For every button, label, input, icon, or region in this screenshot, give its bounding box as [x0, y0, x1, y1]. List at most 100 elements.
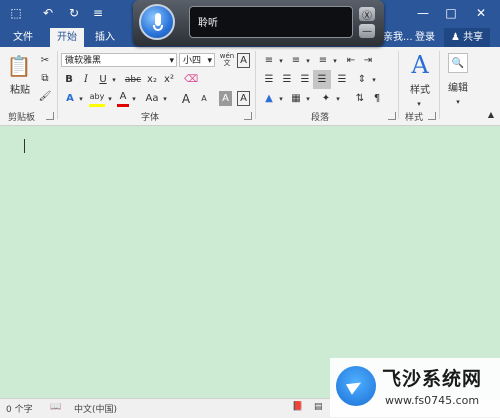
paste-icon[interactable]: 📋: [7, 53, 32, 79]
styles-group-label: 样式: [405, 113, 424, 123]
clipboard-dialog-launcher-icon[interactable]: [46, 112, 54, 120]
chevron-down-icon[interactable]: ▾: [110, 72, 118, 87]
minimize-icon[interactable]: —: [359, 24, 375, 38]
chevron-down-icon[interactable]: ▾: [334, 91, 342, 106]
close-icon[interactable]: Ⓧ: [359, 7, 375, 22]
styles-dialog-launcher-icon[interactable]: [428, 112, 436, 120]
tab-insert[interactable]: 插入: [88, 28, 122, 47]
align-right-icon[interactable]: ☰: [297, 72, 313, 87]
speech-status-text: 聆听: [198, 18, 218, 29]
line-spacing-icon[interactable]: ⇕: [354, 72, 370, 87]
word-count[interactable]: 0 个字: [6, 402, 33, 415]
share-label: 共享: [463, 32, 484, 43]
numbering-icon[interactable]: ≡: [288, 53, 304, 68]
paragraph-group-label: 段落: [311, 113, 330, 123]
strikethrough-button[interactable]: abc: [124, 72, 142, 87]
watermark: 飞沙系统网 www.fs0745.com: [330, 358, 500, 417]
styles-gallery-icon[interactable]: A: [406, 51, 434, 79]
paste-label[interactable]: 粘贴: [6, 81, 34, 96]
styles-label[interactable]: 样式: [406, 81, 434, 96]
cut-icon[interactable]: ✂: [38, 53, 52, 68]
shading-icon[interactable]: ▲: [261, 91, 277, 106]
phonetic-guide-icon[interactable]: wén 文: [219, 52, 235, 67]
show-formatting-marks-icon[interactable]: ¶: [371, 91, 383, 106]
speech-status-display: 聆听: [189, 6, 353, 38]
font-name-value: 微软雅黑: [65, 56, 102, 66]
microphone-stand-icon: [153, 25, 163, 31]
chevron-down-icon[interactable]: ▾: [277, 91, 285, 106]
redo-icon[interactable]: ↻: [64, 3, 84, 23]
format-painter-icon[interactable]: 🖌: [38, 89, 52, 104]
person-icon: ♟: [451, 32, 460, 43]
collapse-ribbon-icon[interactable]: ▲: [486, 107, 496, 122]
text-effects-icon[interactable]: A: [63, 91, 77, 106]
close-button[interactable]: ✕: [470, 3, 492, 23]
clear-formatting-icon[interactable]: ⌫: [184, 72, 198, 87]
change-case-button[interactable]: Aa: [143, 91, 161, 106]
minimize-button[interactable]: —: [412, 3, 434, 23]
chevron-down-icon: ▾: [169, 56, 174, 66]
undo-icon[interactable]: ↶: [36, 3, 60, 23]
grow-font-button[interactable]: A: [179, 91, 193, 106]
font-name-field[interactable]: 微软雅黑 ▾: [61, 53, 177, 67]
print-layout-icon[interactable]: ▤: [314, 402, 323, 412]
enclose-characters-icon[interactable]: A: [237, 53, 250, 68]
font-group-label: 字体: [141, 113, 160, 123]
maximize-button[interactable]: □: [440, 3, 462, 23]
font-size-field[interactable]: 小四 ▾: [179, 53, 215, 67]
tab-file[interactable]: 文件: [6, 28, 40, 47]
character-shading-button[interactable]: A: [219, 91, 232, 106]
justify-icon[interactable]: ☰: [313, 70, 331, 89]
customize-quick-access-icon[interactable]: ≡: [88, 3, 108, 23]
search-icon[interactable]: 🔍: [448, 53, 468, 73]
multilevel-list-icon[interactable]: ≡: [315, 53, 331, 68]
clipboard-group-label: 剪贴板: [8, 113, 36, 123]
chevron-down-icon[interactable]: ▾: [414, 96, 424, 111]
chevron-down-icon[interactable]: ▾: [453, 94, 463, 109]
align-left-icon[interactable]: ☰: [261, 72, 277, 87]
chevron-down-icon[interactable]: ▾: [77, 91, 85, 106]
share-button[interactable]: ♟ 共享: [444, 28, 491, 47]
bullets-icon[interactable]: ≡: [261, 53, 277, 68]
decrease-indent-icon[interactable]: ⇤: [344, 53, 358, 68]
font-color-button[interactable]: A: [117, 89, 129, 107]
chinese-layout-icon[interactable]: ✦: [318, 91, 334, 106]
superscript-button[interactable]: x²: [162, 72, 176, 87]
bold-button[interactable]: B: [63, 72, 75, 87]
language-indicator[interactable]: 中文(中国): [74, 402, 117, 415]
text-cursor: [24, 139, 25, 153]
underline-button[interactable]: U: [97, 72, 109, 87]
site-logo-icon: [336, 366, 376, 406]
increase-indent-icon[interactable]: ⇥: [361, 53, 375, 68]
character-border-button[interactable]: A: [237, 91, 250, 106]
chevron-down-icon[interactable]: ▾: [161, 91, 169, 106]
shrink-font-button[interactable]: A: [197, 91, 211, 106]
paragraph-dialog-launcher-icon[interactable]: [388, 112, 396, 120]
chevron-down-icon[interactable]: ▾: [331, 53, 339, 68]
login-link[interactable]: 登录: [408, 28, 442, 47]
chevron-down-icon[interactable]: ▾: [304, 91, 312, 106]
distributed-icon[interactable]: ☰: [334, 72, 350, 87]
sort-icon[interactable]: ⇅: [353, 91, 367, 106]
align-center-icon[interactable]: ☰: [279, 72, 295, 87]
copy-icon[interactable]: ⧉: [38, 71, 52, 86]
highlight-color-button[interactable]: aby: [89, 89, 105, 107]
chevron-down-icon[interactable]: ▾: [370, 72, 378, 87]
chevron-down-icon[interactable]: ▾: [304, 53, 312, 68]
chevron-down-icon[interactable]: ▾: [106, 91, 114, 106]
italic-button[interactable]: I: [80, 72, 92, 87]
group-divider: [439, 51, 440, 119]
borders-icon[interactable]: ▦: [288, 91, 304, 106]
chevron-down-icon[interactable]: ▾: [277, 53, 285, 68]
editing-label[interactable]: 编辑: [444, 79, 472, 94]
font-size-value: 小四: [183, 56, 202, 66]
save-icon[interactable]: ⬚: [6, 3, 26, 23]
font-dialog-launcher-icon[interactable]: [244, 112, 252, 120]
chevron-down-icon[interactable]: ▾: [130, 91, 138, 106]
watermark-url: www.fs0745.com: [385, 394, 480, 407]
microphone-button[interactable]: [139, 4, 175, 40]
tab-home[interactable]: 开始: [50, 28, 84, 47]
read-mode-icon[interactable]: 📕: [292, 402, 303, 412]
subscript-button[interactable]: x₂: [145, 72, 159, 87]
proofing-icon[interactable]: 📖: [50, 402, 61, 412]
